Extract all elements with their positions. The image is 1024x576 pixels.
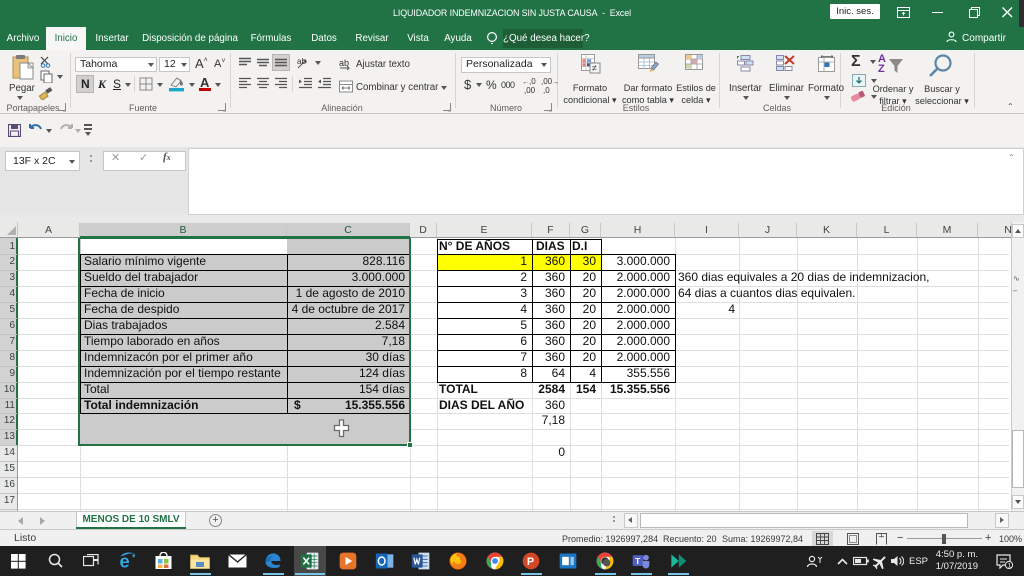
svg-text:1: 1 bbox=[1008, 563, 1012, 569]
svg-text:P: P bbox=[527, 556, 534, 568]
svg-text:≠: ≠ bbox=[592, 63, 597, 73]
svg-text:ab: ab bbox=[297, 57, 306, 66]
svg-text:T: T bbox=[635, 556, 640, 566]
